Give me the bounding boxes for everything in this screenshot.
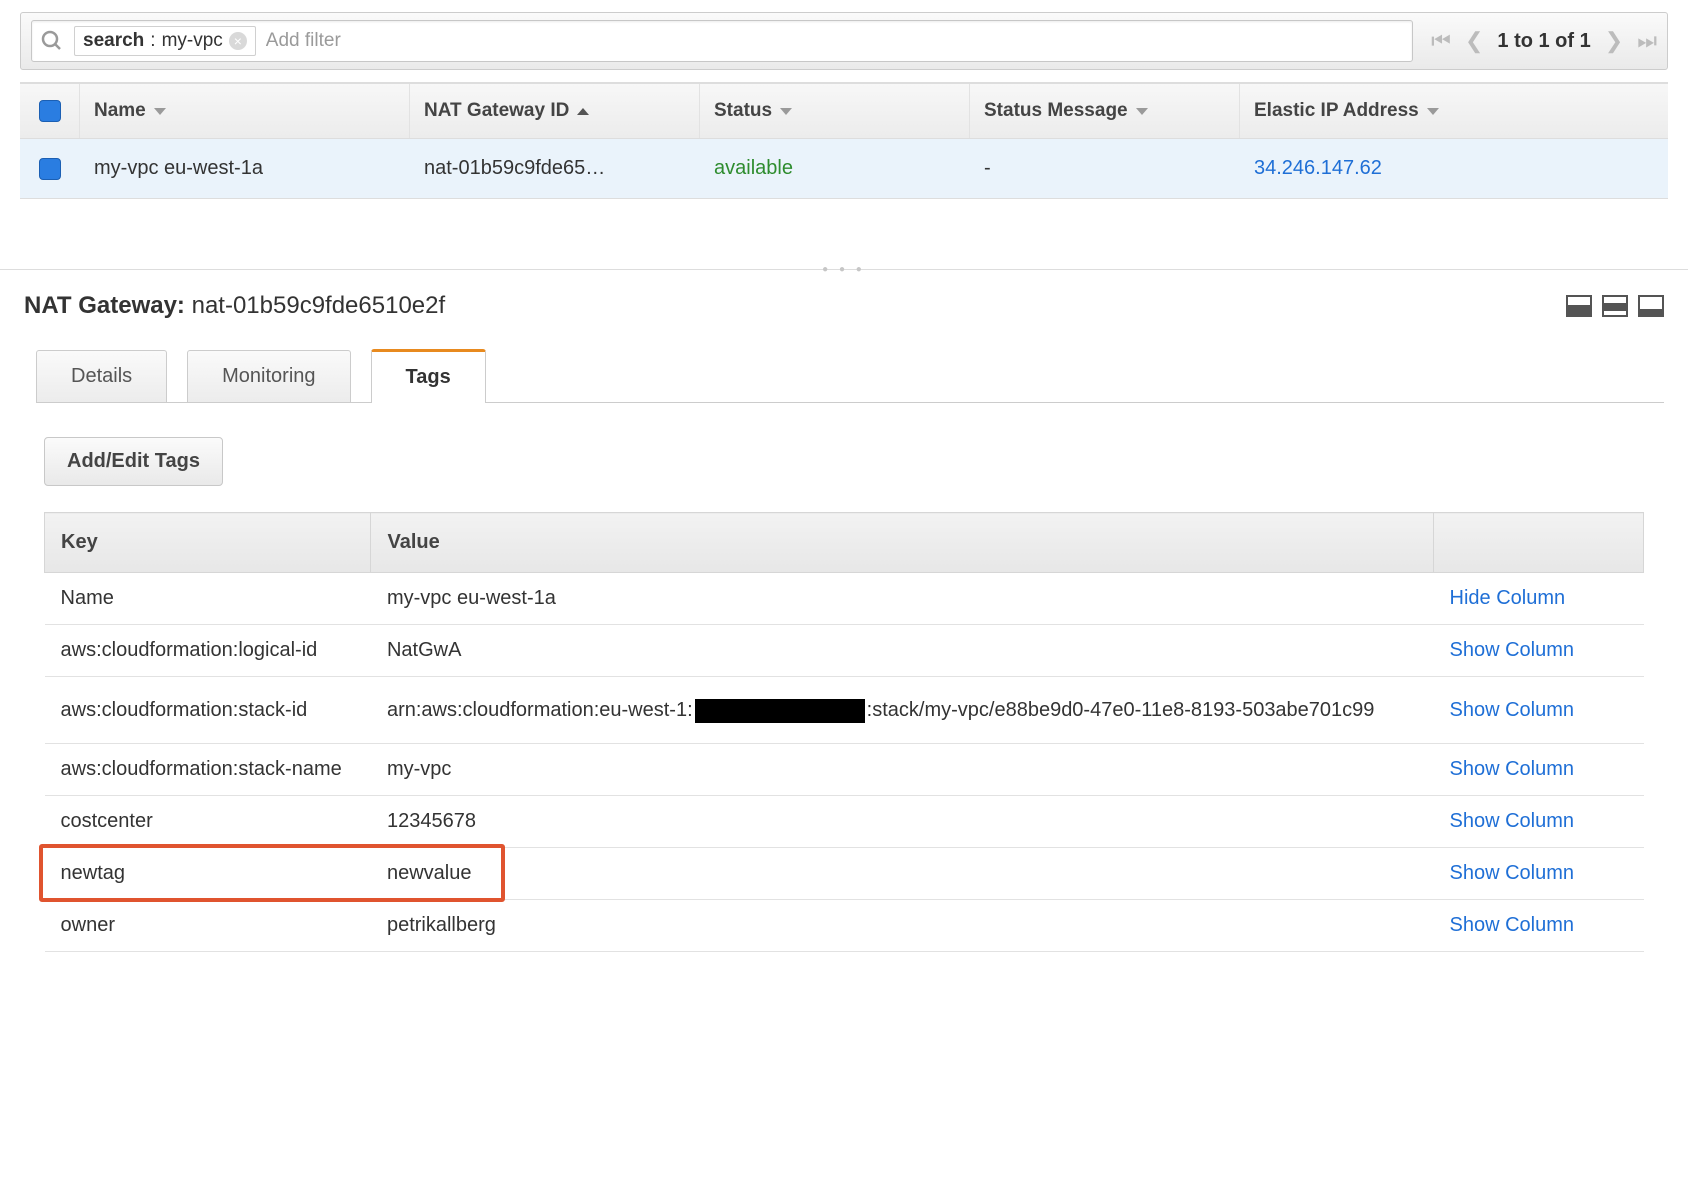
tag-row: aws:cloudformation:stack-id arn:aws:clou…	[45, 677, 1644, 744]
nat-gateway-table: Name NAT Gateway ID Status Status Messag…	[20, 82, 1668, 199]
tag-row: aws:cloudformation:stack-name my-vpc Sho…	[45, 744, 1644, 796]
table-row[interactable]: my-vpc eu-west-1a nat-01b59c9fde65… avai…	[20, 139, 1668, 199]
filter-input[interactable]	[266, 30, 1404, 52]
tab-monitoring[interactable]: Monitoring	[187, 350, 350, 402]
col-status-message[interactable]: Status Message	[970, 84, 1240, 138]
tag-row: owner petrikallberg Show Column	[45, 900, 1644, 952]
tag-key: newtag	[45, 848, 371, 900]
detail-tabs: Details Monitoring Tags	[36, 348, 1664, 403]
page-next-icon[interactable]: ❯	[1605, 28, 1623, 54]
layout-full-icon[interactable]	[1638, 295, 1664, 317]
search-chip-value: my-vpc	[162, 30, 223, 52]
tag-value: my-vpc	[371, 744, 1434, 796]
toggle-column-link[interactable]: Show Column	[1450, 639, 1575, 661]
tag-value: NatGwA	[371, 625, 1434, 677]
search-icon	[40, 29, 64, 53]
detail-panel-header: NAT Gateway: nat-01b59c9fde6510e2f	[0, 270, 1688, 320]
tag-value: 12345678	[371, 796, 1434, 848]
col-eip[interactable]: Elastic IP Address	[1240, 84, 1668, 138]
toggle-column-link[interactable]: Hide Column	[1450, 587, 1566, 609]
tag-key: Name	[45, 573, 371, 625]
sort-caret-icon	[1427, 108, 1439, 115]
panel-layout-controls	[1566, 295, 1664, 317]
resize-grip-icon[interactable]: ● ● ●	[822, 264, 866, 275]
panel-title: NAT Gateway: nat-01b59c9fde6510e2f	[24, 292, 445, 320]
pager: ⏮ ❮ 1 to 1 of 1 ❯ ⏭	[1431, 28, 1657, 54]
tab-tags[interactable]: Tags	[371, 349, 486, 403]
tag-row: Name my-vpc eu-west-1a Hide Column	[45, 573, 1644, 625]
toggle-column-link[interactable]: Show Column	[1450, 758, 1575, 780]
tags-panel: Add/Edit Tags Key Value Name my-vpc eu-w…	[0, 403, 1688, 986]
panel-divider[interactable]: ● ● ●	[0, 269, 1688, 270]
col-name[interactable]: Name	[80, 84, 410, 138]
tags-table: Key Value Name my-vpc eu-west-1a Hide Co…	[44, 512, 1644, 952]
tab-details[interactable]: Details	[36, 350, 167, 402]
toggle-column-link[interactable]: Show Column	[1450, 862, 1575, 884]
redacted-block	[695, 699, 865, 723]
row-checkbox[interactable]	[39, 158, 61, 180]
cell-status-message: -	[970, 157, 1240, 180]
tag-key: aws:cloudformation:logical-id	[45, 625, 371, 677]
sort-caret-icon	[1136, 108, 1148, 115]
add-edit-tags-button[interactable]: Add/Edit Tags	[44, 437, 223, 486]
page-first-icon[interactable]: ⏮	[1431, 28, 1451, 54]
sort-caret-icon	[780, 108, 792, 115]
tag-key: aws:cloudformation:stack-id	[45, 677, 371, 744]
tag-value: my-vpc eu-west-1a	[371, 573, 1434, 625]
tag-value: petrikallberg	[371, 900, 1434, 952]
select-all-checkbox[interactable]	[39, 100, 61, 122]
tags-col-key[interactable]: Key	[45, 513, 371, 573]
search-chip-key: search	[83, 30, 144, 52]
page-range: 1 to 1 of 1	[1497, 30, 1590, 53]
tag-key: aws:cloudformation:stack-name	[45, 744, 371, 796]
tag-row: newtag newvalue Show Column	[45, 848, 1644, 900]
layout-bottom-icon[interactable]	[1566, 295, 1592, 317]
layout-split-icon[interactable]	[1602, 295, 1628, 317]
sort-caret-icon	[577, 108, 589, 115]
page-prev-icon[interactable]: ❮	[1465, 28, 1483, 54]
col-status[interactable]: Status	[700, 84, 970, 138]
toggle-column-link[interactable]: Show Column	[1450, 699, 1575, 721]
tag-row: aws:cloudformation:logical-id NatGwA Sho…	[45, 625, 1644, 677]
cell-natgw-id: nat-01b59c9fde65…	[410, 157, 700, 180]
tag-row: costcenter 12345678 Show Column	[45, 796, 1644, 848]
filter-bar: search : my-vpc × ⏮ ❮ 1 to 1 of 1 ❯ ⏭	[20, 12, 1668, 70]
search-box[interactable]: search : my-vpc ×	[31, 20, 1413, 62]
tag-key: costcenter	[45, 796, 371, 848]
select-all-header[interactable]	[20, 84, 80, 138]
tag-value: arn:aws:cloudformation:eu-west-1::stack/…	[371, 677, 1434, 744]
tags-col-value[interactable]: Value	[371, 513, 1434, 573]
toggle-column-link[interactable]: Show Column	[1450, 810, 1575, 832]
search-chip[interactable]: search : my-vpc ×	[74, 26, 256, 56]
chip-remove-icon[interactable]: ×	[229, 32, 247, 50]
col-natgw-id[interactable]: NAT Gateway ID	[410, 84, 700, 138]
cell-name: my-vpc eu-west-1a	[80, 157, 410, 180]
toggle-column-link[interactable]: Show Column	[1450, 914, 1575, 936]
sort-caret-icon	[154, 108, 166, 115]
cell-eip-link[interactable]: 34.246.147.62	[1240, 157, 1668, 180]
cell-status: available	[700, 157, 970, 180]
table-header: Name NAT Gateway ID Status Status Messag…	[20, 83, 1668, 139]
tag-key: owner	[45, 900, 371, 952]
page-last-icon[interactable]: ⏭	[1637, 28, 1657, 54]
tag-value: newvalue	[371, 848, 1434, 900]
tags-col-action	[1434, 513, 1644, 573]
